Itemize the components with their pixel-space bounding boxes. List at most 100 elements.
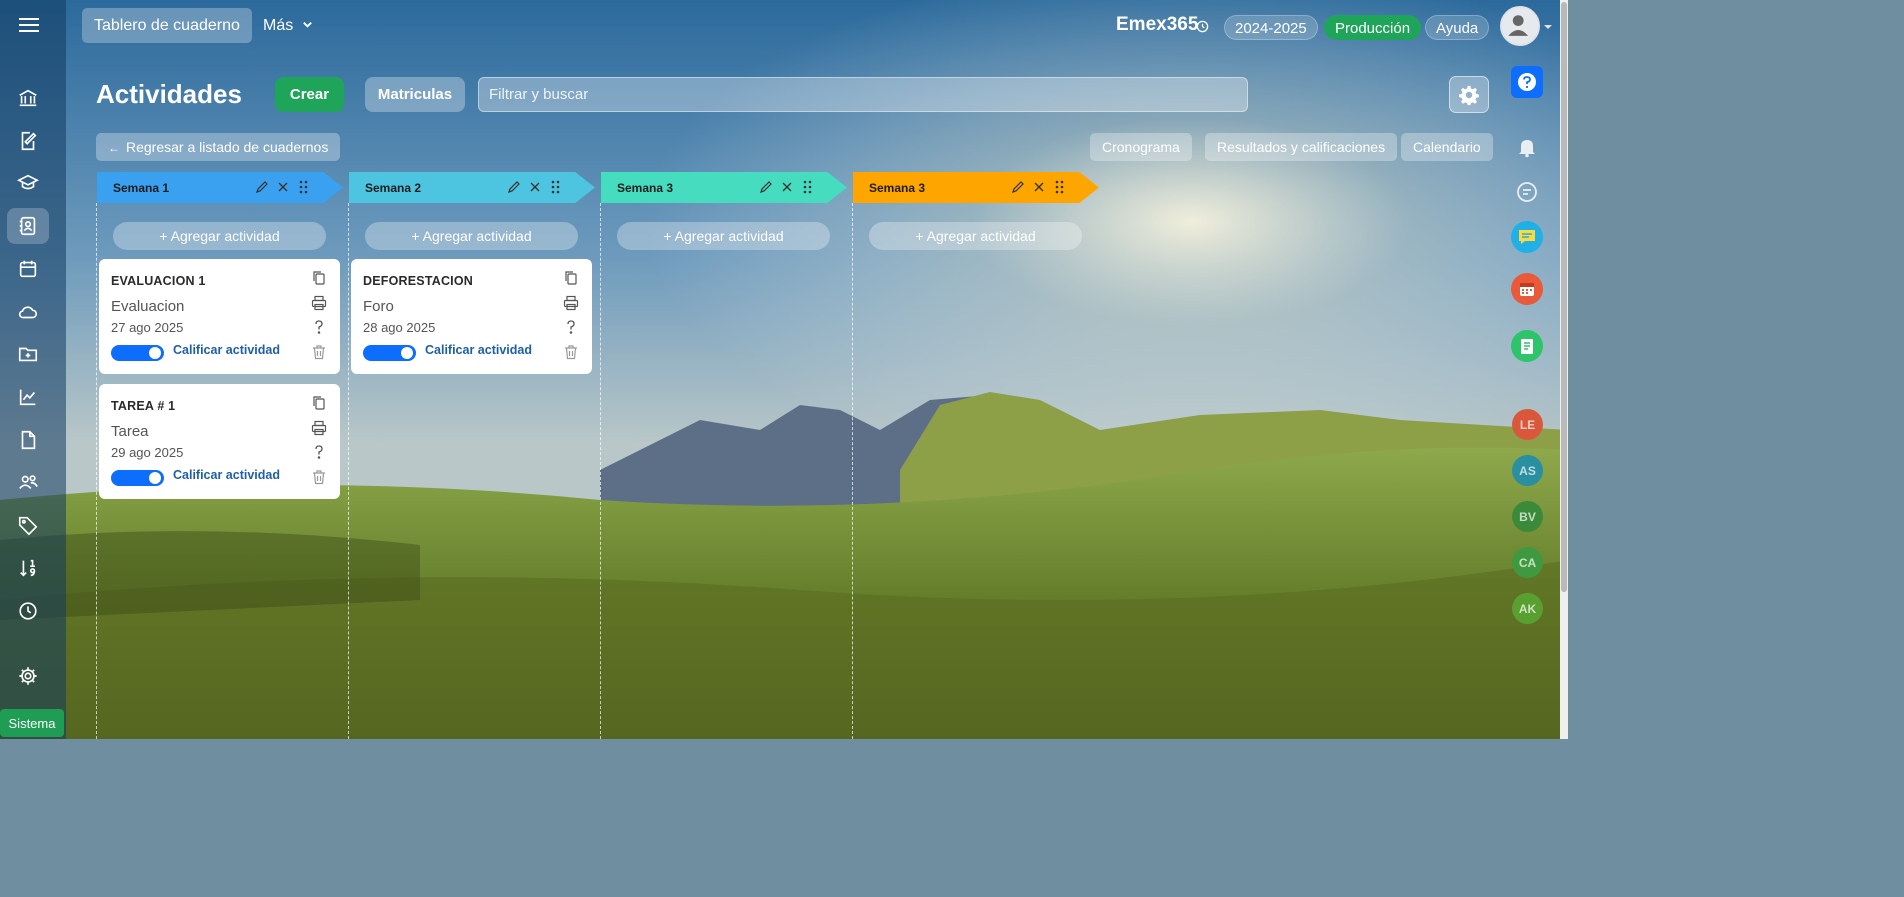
tab-notebook-board[interactable]: Tablero de cuaderno	[82, 8, 252, 43]
week-header[interactable]: Semana 1	[97, 172, 343, 203]
messages-button[interactable]	[1511, 221, 1543, 253]
online-user-avatar[interactable]: LE	[1512, 409, 1543, 440]
week-header[interactable]: Semana 3	[601, 172, 847, 203]
document-icon	[21, 430, 36, 450]
user-icon	[1508, 15, 1529, 36]
grade-activity-link[interactable]: Calificar actividad	[173, 343, 280, 357]
sidebar-item-edit[interactable]	[7, 123, 49, 159]
sidebar-item-analytics[interactable]	[7, 379, 49, 415]
user-initials: BV	[1519, 509, 1536, 524]
week-header[interactable]: Semana 2	[349, 172, 595, 203]
sidebar-item-settings[interactable]	[7, 658, 49, 694]
graduation-cap-icon	[17, 174, 39, 190]
question-icon[interactable]	[563, 319, 579, 335]
grade-activity-link[interactable]: Calificar actividad	[425, 343, 532, 357]
copy-icon[interactable]	[311, 270, 327, 286]
message-icon	[1519, 230, 1535, 244]
print-icon[interactable]	[311, 295, 327, 311]
pencil-icon[interactable]	[255, 180, 270, 195]
grade-toggle[interactable]	[111, 345, 164, 361]
activity-title: TAREA # 1	[111, 399, 176, 413]
calendar-shortcut-button[interactable]	[1511, 273, 1543, 305]
grade-activity-link[interactable]: Calificar actividad	[173, 468, 280, 482]
create-button[interactable]: Crear	[275, 77, 344, 112]
help-button[interactable]	[1511, 66, 1543, 98]
copy-icon[interactable]	[563, 270, 579, 286]
environment-chip[interactable]: Producción	[1324, 15, 1422, 40]
sidebar-item-tags[interactable]	[7, 507, 49, 543]
schedule-button[interactable]: Cronograma	[1090, 133, 1192, 161]
add-activity-button[interactable]: + Agregar actividad	[617, 222, 830, 250]
activity-card[interactable]: EVALUACION 1 Evaluacion 27 ago 2025 Cali…	[99, 259, 340, 374]
cloud-icon	[18, 306, 38, 319]
grade-toggle[interactable]	[111, 470, 164, 486]
notifications-button[interactable]	[1511, 131, 1543, 163]
arrow-left-icon: ←	[108, 141, 120, 155]
sidebar-item-calendar[interactable]	[7, 251, 49, 287]
online-user-avatar[interactable]: AK	[1512, 593, 1543, 624]
sidebar-item-cloud[interactable]	[7, 294, 49, 330]
more-menu[interactable]: Más	[263, 8, 313, 43]
close-icon[interactable]	[276, 180, 291, 195]
avatar-chevron-icon[interactable]	[1544, 23, 1552, 31]
drag-handle-icon[interactable]	[801, 180, 816, 195]
calendar-button[interactable]: Calendario	[1401, 133, 1493, 161]
sidebar-item-courses[interactable]	[7, 165, 49, 201]
activity-type: Evaluacion	[111, 298, 185, 315]
help-chip[interactable]: Ayuda	[1425, 15, 1490, 40]
school-year-chip[interactable]: 2024-2025	[1224, 15, 1318, 40]
hamburger-menu-icon[interactable]	[18, 14, 40, 36]
pencil-icon[interactable]	[1011, 180, 1026, 195]
drag-handle-icon[interactable]	[297, 180, 312, 195]
drag-handle-icon[interactable]	[1053, 180, 1068, 195]
online-user-avatar[interactable]: AS	[1512, 455, 1543, 486]
add-activity-button[interactable]: + Agregar actividad	[365, 222, 578, 250]
question-icon[interactable]	[311, 319, 327, 335]
page-title: Actividades	[96, 79, 242, 109]
trash-icon[interactable]	[311, 469, 327, 485]
trash-icon[interactable]	[311, 344, 327, 360]
sidebar-item-users[interactable]	[7, 464, 49, 500]
settings-button[interactable]	[1449, 76, 1489, 113]
sidebar-item-notebooks[interactable]	[7, 208, 49, 244]
week-header[interactable]: Semana 3	[853, 172, 1099, 203]
left-sidebar	[0, 0, 66, 739]
enrollments-button[interactable]: Matriculas	[365, 77, 465, 112]
drag-handle-icon[interactable]	[549, 180, 564, 195]
add-activity-button[interactable]: + Agregar actividad	[869, 222, 1082, 250]
week-label: Semana 2	[365, 181, 422, 195]
sidebar-item-folders[interactable]	[7, 336, 49, 372]
print-icon[interactable]	[563, 295, 579, 311]
pencil-icon[interactable]	[507, 180, 522, 195]
close-icon[interactable]	[780, 180, 795, 195]
grade-toggle[interactable]	[363, 345, 416, 361]
pencil-icon[interactable]	[759, 180, 774, 195]
notes-button[interactable]	[1511, 330, 1543, 362]
trash-icon[interactable]	[563, 344, 579, 360]
activity-card[interactable]: TAREA # 1 Tarea 29 ago 2025 Calificar ac…	[99, 384, 340, 499]
chart-line-icon	[19, 389, 36, 406]
print-icon[interactable]	[311, 420, 327, 436]
chat-button[interactable]	[1511, 176, 1543, 208]
add-activity-button[interactable]: + Agregar actividad	[113, 222, 326, 250]
scrollbar-thumb[interactable]	[1561, 2, 1567, 592]
user-initials: AS	[1519, 463, 1536, 478]
close-icon[interactable]	[1032, 180, 1047, 195]
online-user-avatar[interactable]: BV	[1512, 501, 1543, 532]
sidebar-item-institution[interactable]	[7, 80, 49, 116]
back-to-notebooks-button[interactable]: ← Regresar a listado de cuadernos	[96, 133, 341, 161]
results-button[interactable]: Resultados y calificaciones	[1205, 133, 1398, 161]
user-avatar[interactable]	[1500, 6, 1540, 46]
page-scrollbar[interactable]	[1560, 0, 1568, 739]
close-icon[interactable]	[528, 180, 543, 195]
copy-icon[interactable]	[311, 395, 327, 411]
sidebar-item-history[interactable]	[7, 593, 49, 629]
activity-card[interactable]: DEFORESTACION Foro 28 ago 2025 Calificar…	[351, 259, 592, 374]
sidebar-item-documents[interactable]	[7, 422, 49, 458]
search-input[interactable]	[478, 77, 1248, 112]
system-badge[interactable]: Sistema	[0, 709, 64, 737]
sidebar-item-sort[interactable]	[7, 550, 49, 586]
online-user-avatar[interactable]: CA	[1512, 547, 1543, 578]
column-divider	[96, 203, 97, 739]
question-icon[interactable]	[311, 444, 327, 460]
